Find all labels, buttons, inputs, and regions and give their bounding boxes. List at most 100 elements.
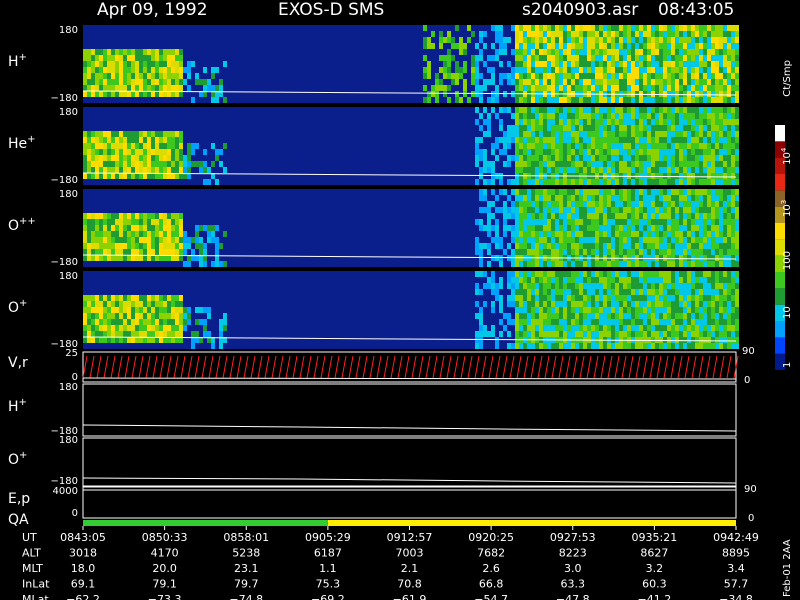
spectrogram-cell bbox=[511, 137, 515, 143]
colorbar-tick-exponent: 4 bbox=[780, 147, 788, 152]
spectrogram-cell bbox=[687, 331, 691, 337]
spectrogram-cell bbox=[119, 249, 123, 255]
spectrogram-cell bbox=[531, 167, 535, 173]
spectrogram-cell bbox=[495, 143, 499, 149]
spectrogram-cell bbox=[99, 319, 103, 325]
spectrogram-cell bbox=[615, 301, 619, 307]
spectrogram-cell bbox=[151, 313, 155, 319]
spectrogram-cell bbox=[551, 161, 555, 167]
spectrogram-cell bbox=[571, 201, 575, 207]
spectrogram-cell bbox=[103, 155, 107, 161]
spectrogram-cell bbox=[603, 25, 607, 31]
spectrogram-cell bbox=[579, 195, 583, 201]
spectrogram-cell bbox=[423, 37, 427, 43]
spectrogram-cell bbox=[487, 283, 491, 289]
spectrogram-cell bbox=[703, 149, 707, 155]
spectrogram-cell bbox=[679, 331, 683, 337]
spectrogram-cell bbox=[559, 55, 563, 61]
spectrogram-cell bbox=[563, 261, 567, 267]
spectrogram-cell bbox=[599, 213, 603, 219]
spectrogram-cell bbox=[575, 79, 579, 85]
spectrogram-cell bbox=[143, 155, 147, 161]
spectrogram-cell bbox=[507, 243, 511, 249]
spectrogram-cell bbox=[175, 131, 179, 137]
spectrogram-cell bbox=[523, 179, 527, 185]
spectrogram-cell bbox=[559, 25, 563, 31]
spectrogram-cell bbox=[631, 143, 635, 149]
spectrogram-cell bbox=[571, 189, 575, 195]
spectrogram-cell bbox=[579, 155, 583, 161]
spectrogram-cell bbox=[671, 231, 675, 237]
spectrogram-cell bbox=[187, 67, 191, 73]
spectrogram-cell bbox=[575, 37, 579, 43]
table-cell: 0942:49 bbox=[713, 531, 759, 544]
spectrogram-cell bbox=[675, 295, 679, 301]
spectrogram-cell bbox=[639, 49, 643, 55]
spectrogram-cell bbox=[459, 43, 463, 49]
spectrogram-cell bbox=[443, 55, 447, 61]
spectrogram-cell bbox=[515, 283, 519, 289]
spectrogram-cell bbox=[515, 189, 519, 195]
spectrogram-cell bbox=[147, 225, 151, 231]
spectrogram-cell bbox=[107, 307, 111, 313]
spectrogram-cell bbox=[735, 73, 739, 79]
spectrogram-cell bbox=[727, 113, 731, 119]
table-cell: −74.8 bbox=[229, 593, 263, 600]
spectrogram-cell bbox=[91, 219, 95, 225]
spectrogram-cell bbox=[611, 307, 615, 313]
spectrogram-cell bbox=[695, 213, 699, 219]
spectrogram-cell bbox=[511, 213, 515, 219]
spectrogram-cell bbox=[507, 161, 511, 167]
spectrogram-cell bbox=[215, 243, 219, 249]
spectrogram-cell bbox=[143, 225, 147, 231]
spectrogram-cell bbox=[723, 307, 727, 313]
spectrogram-cell bbox=[607, 195, 611, 201]
spectrogram-cell bbox=[667, 143, 671, 149]
spectrogram-cell bbox=[531, 319, 535, 325]
spectrogram-cell bbox=[123, 213, 127, 219]
spectrogram-cell bbox=[695, 31, 699, 37]
spectrogram-cell bbox=[479, 337, 483, 343]
spectrogram-cell bbox=[627, 149, 631, 155]
spectrogram-cell bbox=[447, 61, 451, 67]
spectrogram-cell bbox=[615, 179, 619, 185]
spectrogram-cell bbox=[147, 219, 151, 225]
spectrogram-cell bbox=[691, 67, 695, 73]
spectrogram-cell bbox=[651, 331, 655, 337]
spectrogram-cell bbox=[655, 37, 659, 43]
spectrogram-cell bbox=[703, 143, 707, 149]
spectrogram-cell bbox=[507, 107, 511, 113]
spectrogram-cell bbox=[147, 85, 151, 91]
spectrogram-cell bbox=[719, 231, 723, 237]
spectrogram-cell bbox=[591, 207, 595, 213]
spectrogram-cell bbox=[687, 225, 691, 231]
spectrogram-cell bbox=[543, 313, 547, 319]
spectrogram-cell bbox=[715, 97, 719, 103]
spectrogram-cell bbox=[679, 283, 683, 289]
spectrogram-cell bbox=[563, 243, 567, 249]
spectrogram-cell bbox=[491, 331, 495, 337]
spectrogram-cell bbox=[171, 73, 175, 79]
spectrogram-cell bbox=[707, 79, 711, 85]
spectrogram-cell bbox=[527, 277, 531, 283]
spectrogram-cell bbox=[723, 231, 727, 237]
table-cell: 0920:25 bbox=[468, 531, 514, 544]
spectrogram-cell bbox=[639, 213, 643, 219]
spectrogram-cell bbox=[667, 289, 671, 295]
spectrogram-cell bbox=[171, 301, 175, 307]
spectrogram-cell bbox=[591, 113, 595, 119]
spectrogram-cell bbox=[639, 319, 643, 325]
spectrogram-cell bbox=[611, 43, 615, 49]
spectrogram-cell bbox=[667, 155, 671, 161]
spectrogram-cell bbox=[715, 325, 719, 331]
spectrogram-cell bbox=[179, 131, 183, 137]
spectrogram-cell bbox=[587, 301, 591, 307]
spectrogram-cell bbox=[135, 161, 139, 167]
spectrogram-cell bbox=[575, 343, 579, 349]
spectrogram-cell bbox=[83, 325, 87, 331]
spectrogram-cell bbox=[551, 219, 555, 225]
spectrogram-cell bbox=[707, 283, 711, 289]
spectrogram-cell bbox=[159, 85, 163, 91]
spectrogram-cell bbox=[183, 155, 187, 161]
spectrogram-cell bbox=[619, 249, 623, 255]
